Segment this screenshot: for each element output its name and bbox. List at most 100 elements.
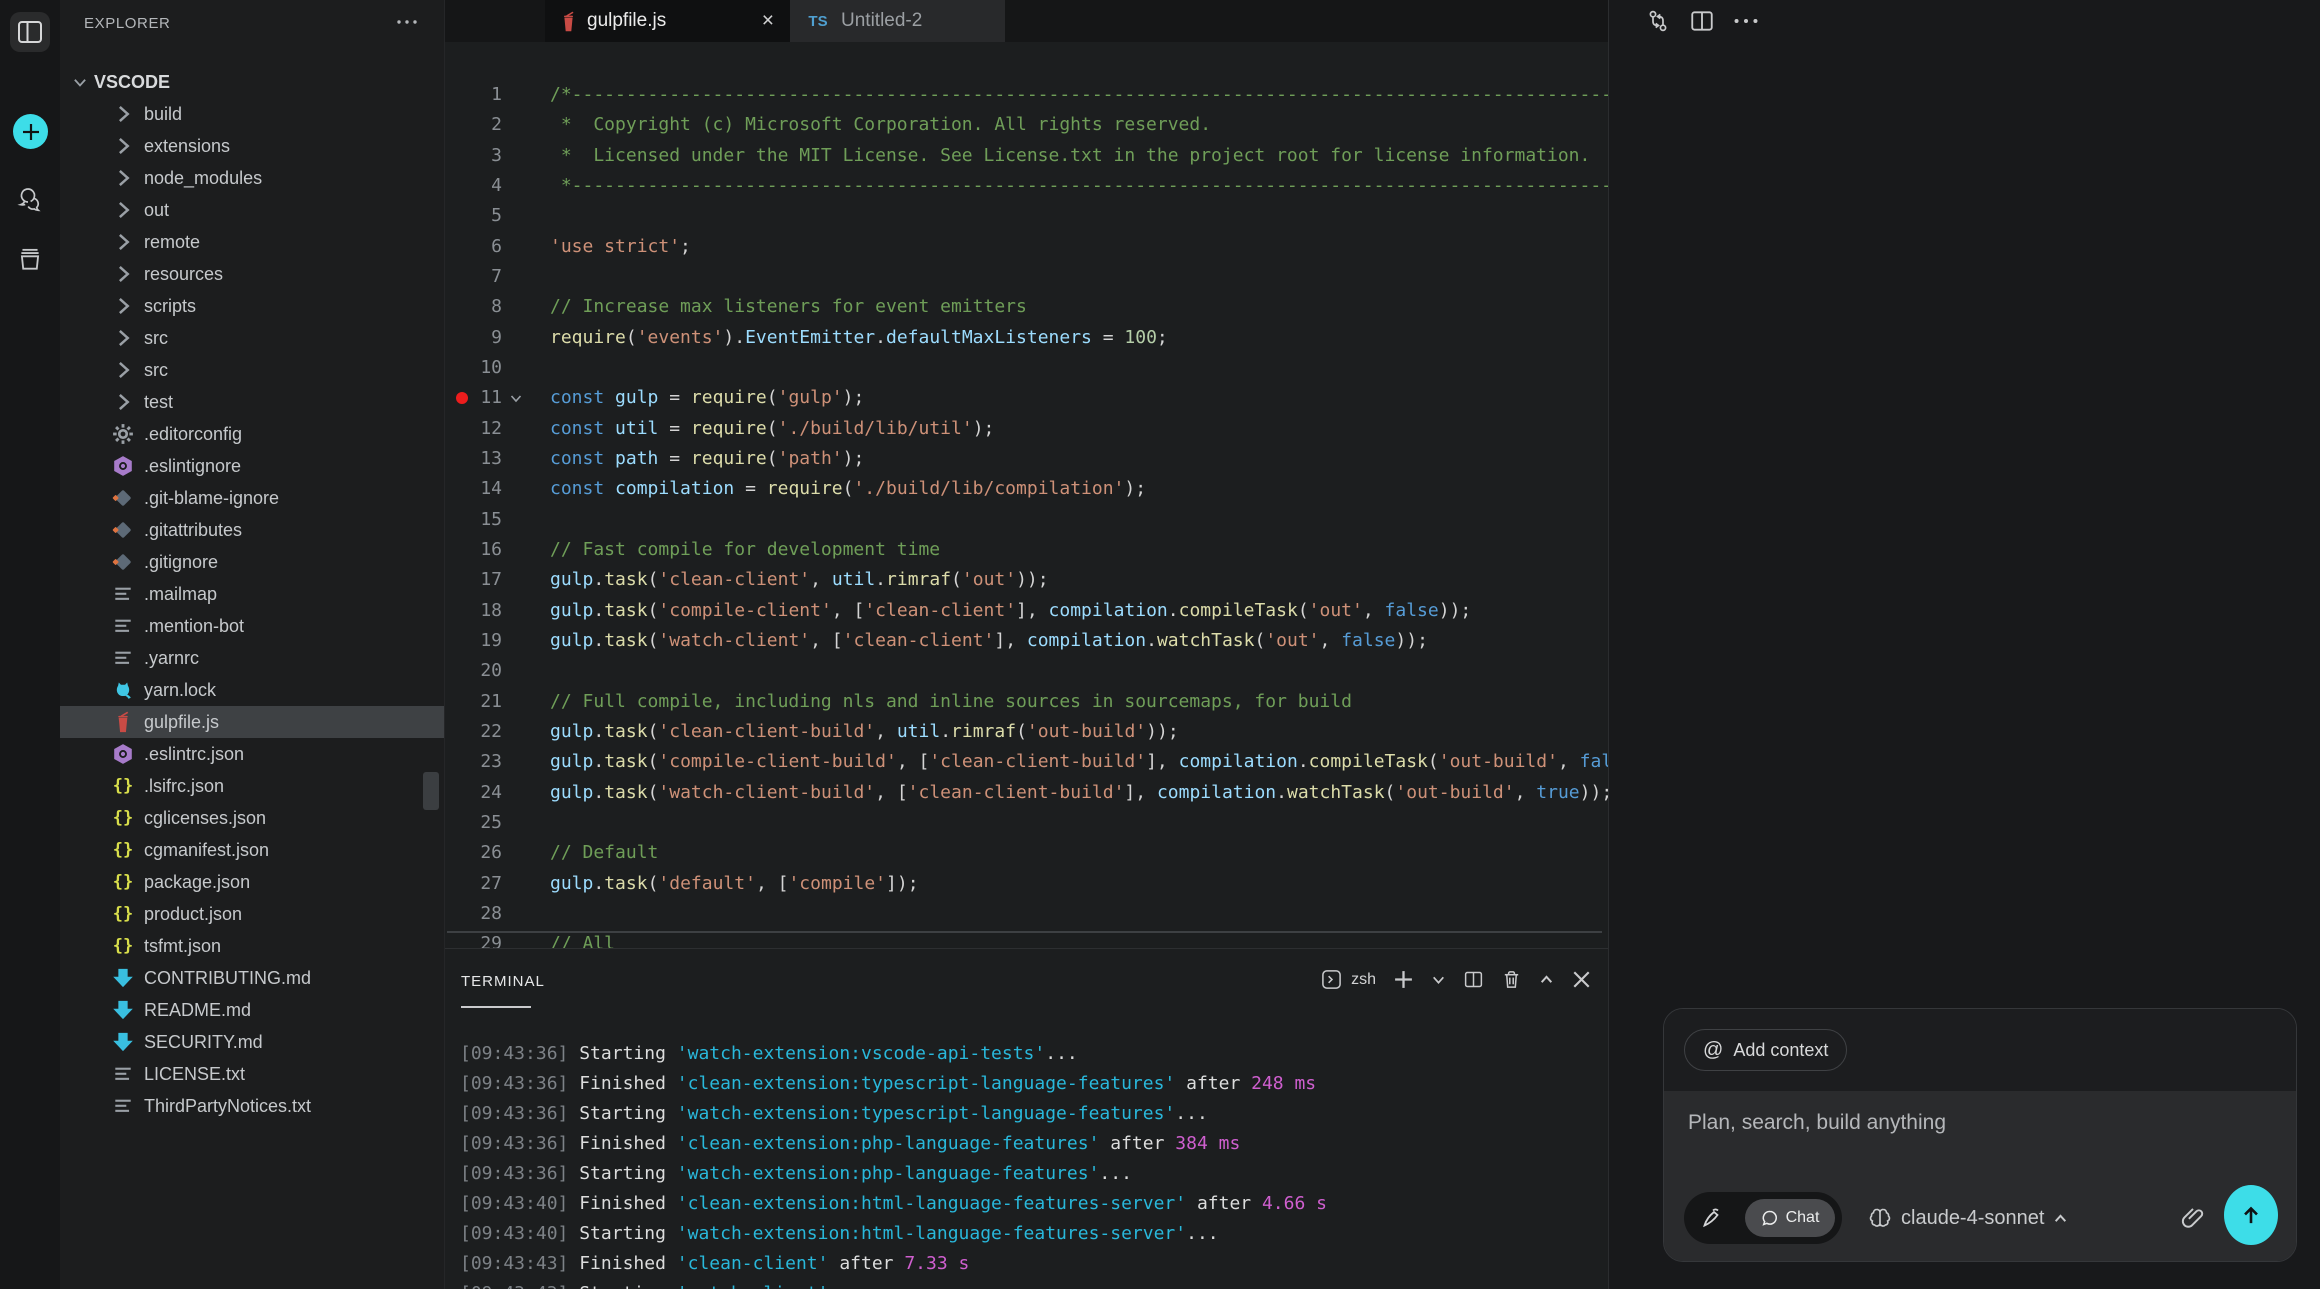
more-actions-icon[interactable] <box>1733 16 1759 26</box>
file-row-.gitignore[interactable]: .gitignore <box>60 546 444 578</box>
line-number: 17 <box>445 565 502 595</box>
file-label: src <box>144 360 168 381</box>
chat-mode-button[interactable]: Chat <box>1745 1199 1835 1237</box>
chat-input[interactable]: Plan, search, build anything Chat claude… <box>1664 1091 2296 1262</box>
line-number: 6 <box>445 232 502 262</box>
markdown-icon <box>112 1031 134 1053</box>
file-row-.eslintrc.json[interactable]: .eslintrc.json <box>60 738 444 770</box>
chat-toolbar: Chat claude-4-sonnet <box>1664 1189 2296 1247</box>
new-chat-button[interactable] <box>13 114 48 149</box>
file-row-.editorconfig[interactable]: .editorconfig <box>60 418 444 450</box>
chat-bubbles-icon <box>16 185 44 213</box>
file-row-CONTRIBUTING.md[interactable]: CONTRIBUTING.md <box>60 962 444 994</box>
folder-row-extensions[interactable]: extensions <box>60 130 444 162</box>
pencil-icon[interactable] <box>1700 1206 1724 1230</box>
fold-chevron-icon[interactable] <box>509 391 523 405</box>
code-line-7: 7 <box>445 262 1608 292</box>
file-row-.mention-bot[interactable]: .mention-bot <box>60 610 444 642</box>
tab-untitled-2[interactable]: TS Untitled-2 <box>790 0 1005 42</box>
lines-icon <box>112 615 134 637</box>
git-icon <box>112 487 134 509</box>
code-editor[interactable]: 1/*-------------------------------------… <box>445 42 1608 948</box>
folder-row-test[interactable]: test <box>60 386 444 418</box>
file-row-cgmanifest.json[interactable]: {}cgmanifest.json <box>60 834 444 866</box>
add-context-button[interactable]: @ Add context <box>1684 1029 1847 1071</box>
line-number: 1 <box>445 80 502 110</box>
kill-terminal-button[interactable] <box>1501 969 1522 990</box>
model-selector[interactable]: claude-4-sonnet <box>1868 1189 2068 1247</box>
file-label: SECURITY.md <box>144 1032 263 1053</box>
terminal-line: [09:43:36] Starting 'watch-extension:vsc… <box>460 1039 1327 1069</box>
yarn-icon <box>112 679 134 701</box>
archive-button[interactable] <box>16 245 44 273</box>
file-row-LICENSE.txt[interactable]: LICENSE.txt <box>60 1058 444 1090</box>
horizontal-scrollbar[interactable] <box>447 931 1602 933</box>
shell-label[interactable]: zsh <box>1351 971 1376 989</box>
file-row-.lsifrc.json[interactable]: {}.lsifrc.json <box>60 770 444 802</box>
close-panel-button[interactable] <box>1571 969 1592 990</box>
split-terminal-button[interactable] <box>1463 969 1484 990</box>
model-name: claude-4-sonnet <box>1901 1207 2044 1230</box>
send-button[interactable] <box>2224 1185 2278 1245</box>
terminal-lines[interactable]: [09:43:36] Starting 'watch-extension:vsc… <box>460 1039 1327 1289</box>
explorer-more-actions-button[interactable] <box>396 18 418 26</box>
file-row-gulpfile.js[interactable]: gulpfile.js <box>60 706 444 738</box>
chat-context-bar: @ Add context <box>1664 1009 2296 1091</box>
toggle-sidebar-button[interactable] <box>10 12 50 52</box>
terminal-controls: zsh <box>1321 969 1592 990</box>
folder-row-node_modules[interactable]: node_modules <box>60 162 444 194</box>
folder-row-build[interactable]: build <box>60 98 444 130</box>
file-row-cglicenses.json[interactable]: {}cglicenses.json <box>60 802 444 834</box>
folder-row-src[interactable]: src <box>60 322 444 354</box>
code-line-4: 4 *-------------------------------------… <box>445 171 1608 201</box>
chat-history-button[interactable] <box>16 185 44 213</box>
workspace-root-row[interactable]: VSCODE <box>60 66 444 98</box>
file-label: resources <box>144 264 223 285</box>
file-row-ThirdPartyNotices.txt[interactable]: ThirdPartyNotices.txt <box>60 1090 444 1122</box>
mode-toggle[interactable]: Chat <box>1684 1192 1842 1244</box>
attach-file-button[interactable] <box>2180 1205 2206 1231</box>
terminal-tab[interactable]: TERMINAL <box>461 973 545 990</box>
file-row-product.json[interactable]: {}product.json <box>60 898 444 930</box>
file-row-SECURITY.md[interactable]: SECURITY.md <box>60 1026 444 1058</box>
chevron-right-icon <box>112 359 134 381</box>
gulp-icon <box>112 711 134 733</box>
code-line-9: 9require('events').EventEmitter.defaultM… <box>445 323 1608 353</box>
chat-bubble-icon <box>1761 1209 1779 1227</box>
chat-history-icon[interactable] <box>1645 8 1671 34</box>
sidebar-scrollbar[interactable] <box>423 772 439 810</box>
file-row-.mailmap[interactable]: .mailmap <box>60 578 444 610</box>
file-row-.yarnrc[interactable]: .yarnrc <box>60 642 444 674</box>
file-row-.eslintignore[interactable]: .eslintignore <box>60 450 444 482</box>
file-row-.git-blame-ignore[interactable]: .git-blame-ignore <box>60 482 444 514</box>
maximize-panel-button[interactable] <box>1539 972 1554 987</box>
folder-row-out[interactable]: out <box>60 194 444 226</box>
file-row-package.json[interactable]: {}package.json <box>60 866 444 898</box>
code-line-18: 18gulp.task('compile-client', ['clean-cl… <box>445 596 1608 626</box>
lines-icon <box>112 1063 134 1085</box>
eslint-icon <box>112 743 134 765</box>
terminal-line: [09:43:36] Starting 'watch-extension:typ… <box>460 1099 1327 1129</box>
folder-row-scripts[interactable]: scripts <box>60 290 444 322</box>
terminal-profile-dropdown[interactable] <box>1431 972 1446 987</box>
folder-row-src[interactable]: src <box>60 354 444 386</box>
file-row-.gitattributes[interactable]: .gitattributes <box>60 514 444 546</box>
git-icon <box>112 519 134 541</box>
new-terminal-button[interactable] <box>1393 969 1414 990</box>
folder-row-remote[interactable]: remote <box>60 226 444 258</box>
file-row-README.md[interactable]: README.md <box>60 994 444 1026</box>
code-line-19: 19gulp.task('watch-client', ['clean-clie… <box>445 626 1608 656</box>
file-row-yarn.lock[interactable]: yarn.lock <box>60 674 444 706</box>
app-window: EXPLORER VSCODE buildextensionsnode_modu… <box>0 0 2320 1289</box>
file-row-tsfmt.json[interactable]: {}tsfmt.json <box>60 930 444 962</box>
json-icon: {} <box>112 839 134 861</box>
folder-row-resources[interactable]: resources <box>60 258 444 290</box>
terminal-line: [09:43:36] Finished 'clean-extension:php… <box>460 1129 1327 1159</box>
lines-icon <box>112 583 134 605</box>
tab-gulpfile[interactable]: gulpfile.js × <box>545 0 790 42</box>
brain-icon <box>1868 1206 1892 1230</box>
typescript-icon: TS <box>806 12 830 30</box>
workspace-root-label: VSCODE <box>94 72 170 93</box>
split-panel-icon[interactable] <box>1689 8 1715 34</box>
close-tab-icon[interactable]: × <box>762 9 774 33</box>
